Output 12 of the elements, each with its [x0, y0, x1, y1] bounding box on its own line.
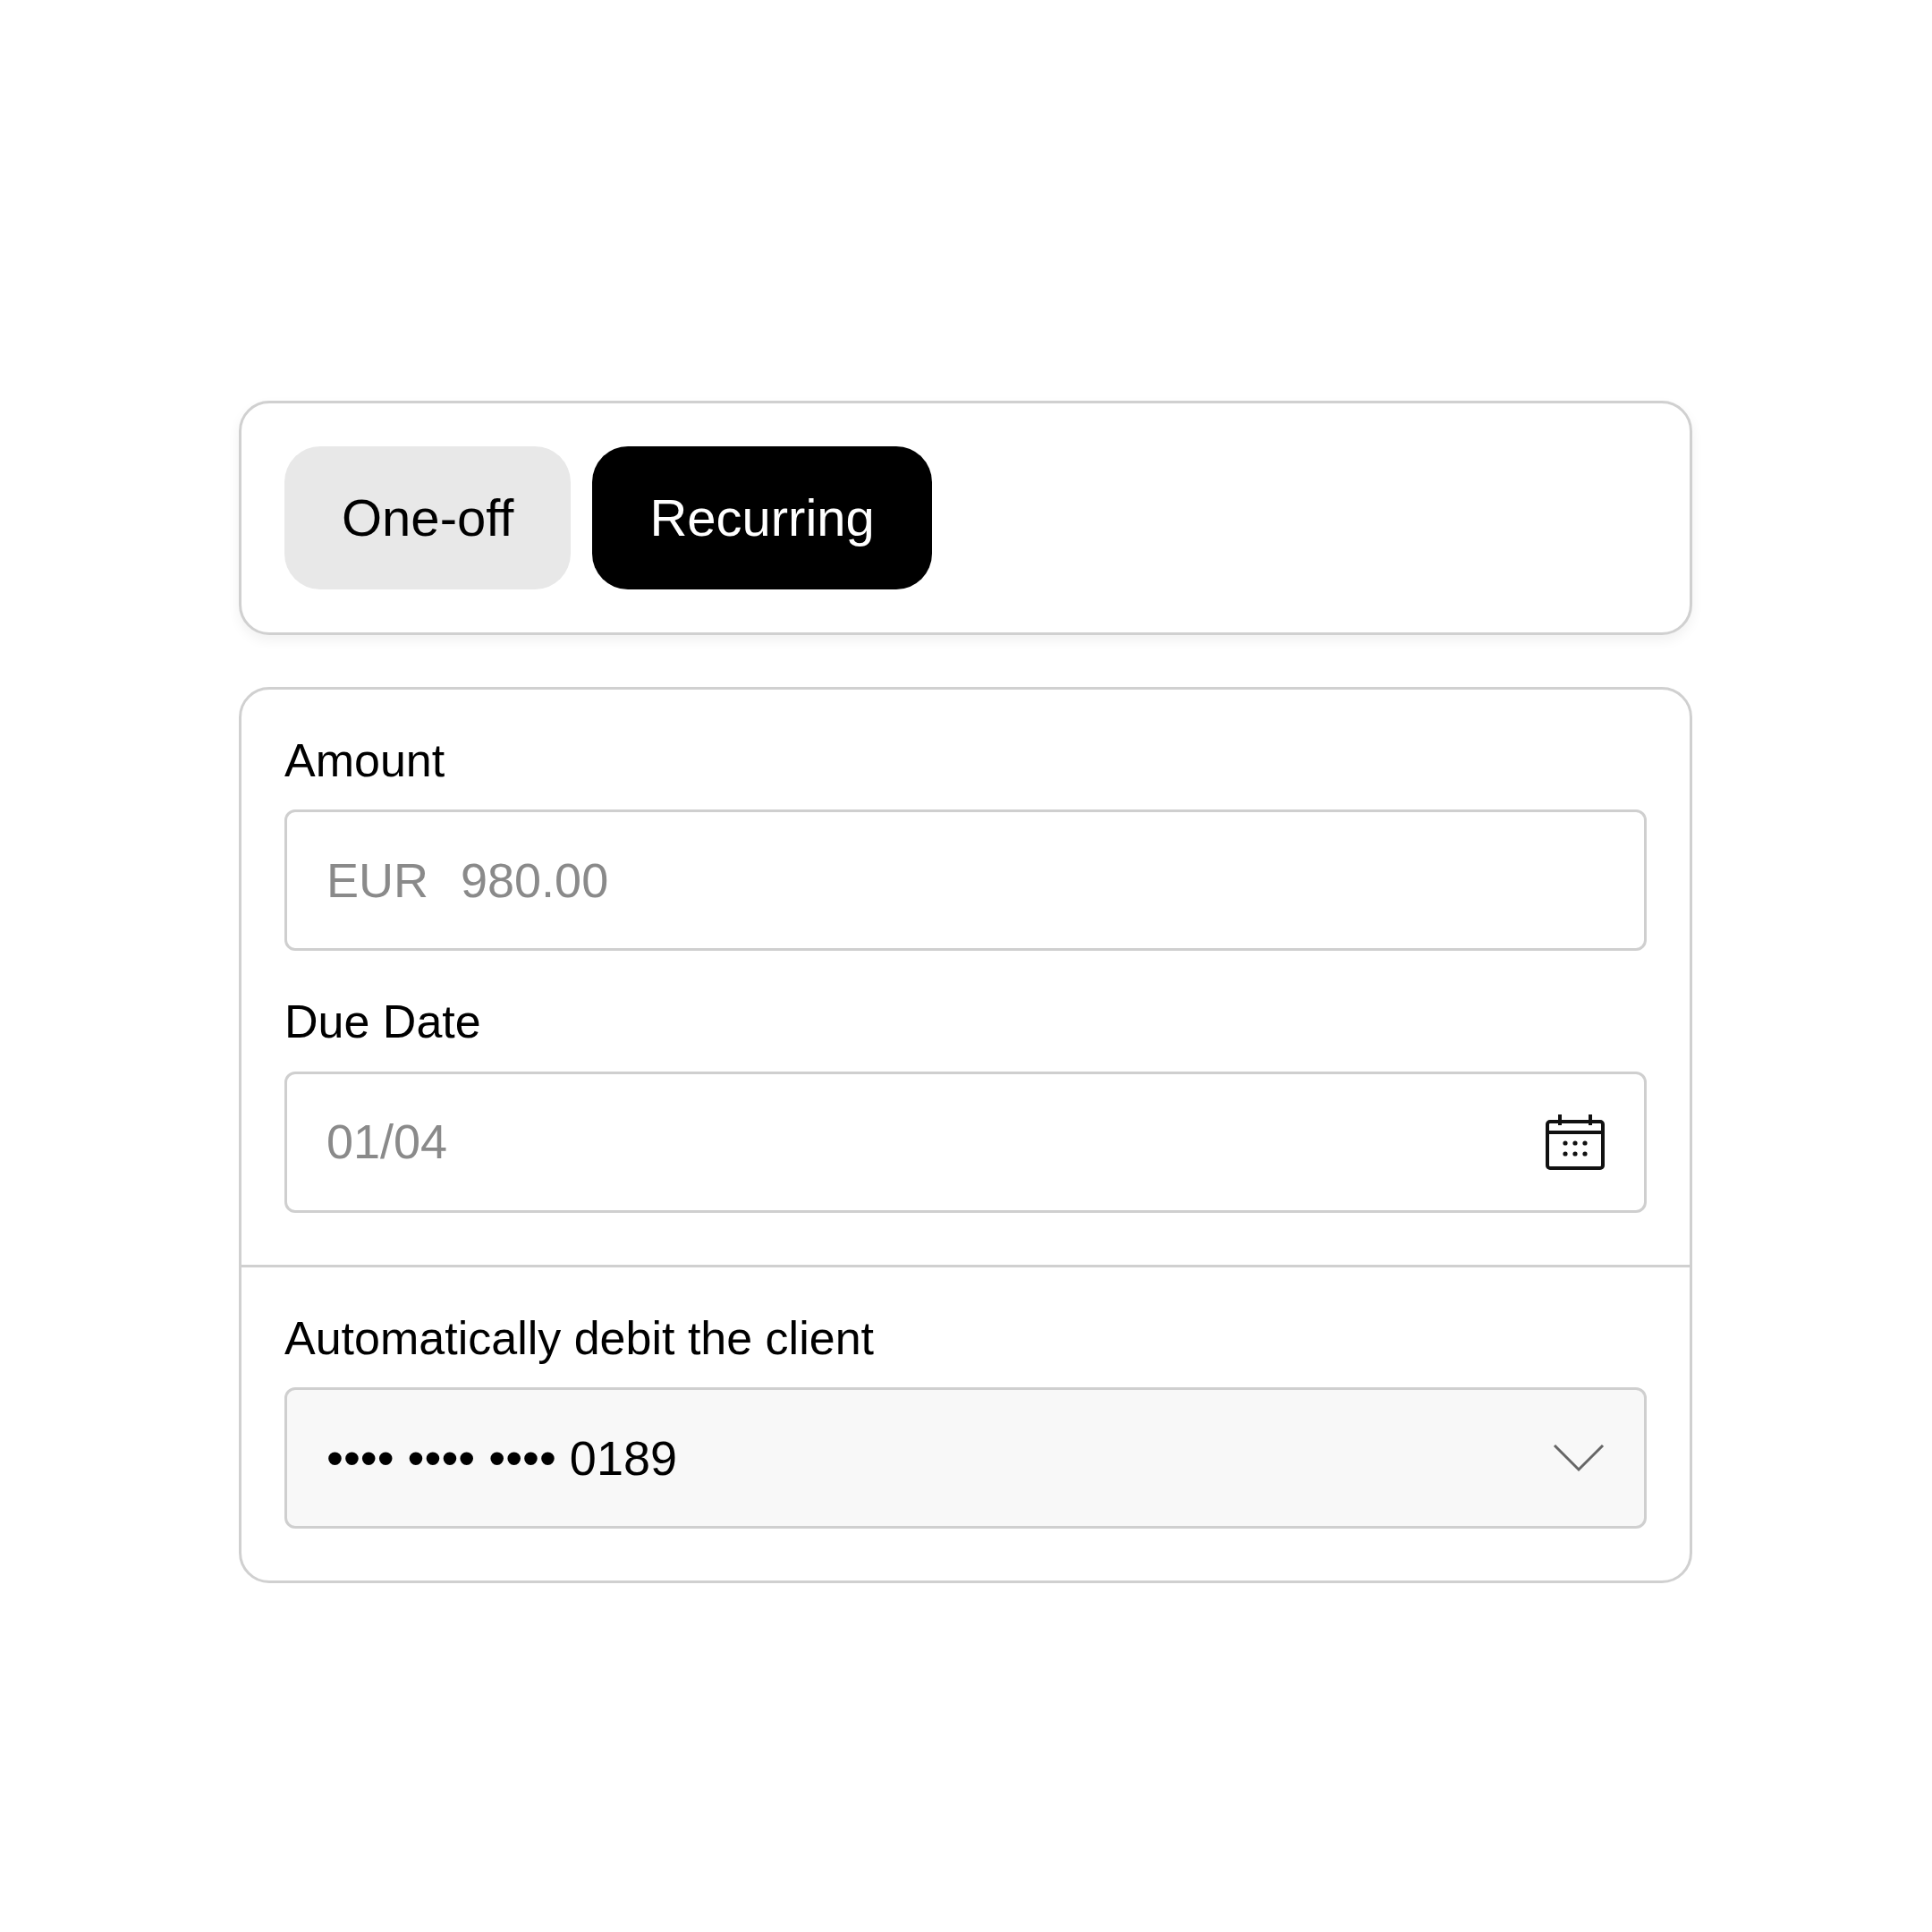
date-field[interactable]: 01/04 — [284, 1071, 1647, 1213]
amount-input[interactable]: 980.00 — [461, 843, 1605, 917]
tab[interactable]: Recurring — [592, 446, 932, 589]
field-label: Amount — [284, 733, 446, 788]
calendar-icon[interactable] — [1546, 1114, 1605, 1170]
card-select[interactable]: •••• •••• •••• 0189 — [284, 1387, 1647, 1530]
chevron-down-icon — [1553, 1444, 1605, 1473]
currency-label: EUR — [326, 852, 428, 909]
tab[interactable]: One-off — [284, 446, 572, 589]
field-label: Due Date — [284, 995, 482, 1050]
field-label: Automatically debit the client — [284, 1310, 875, 1366]
date-input[interactable]: 01/04 — [326, 1106, 1546, 1179]
